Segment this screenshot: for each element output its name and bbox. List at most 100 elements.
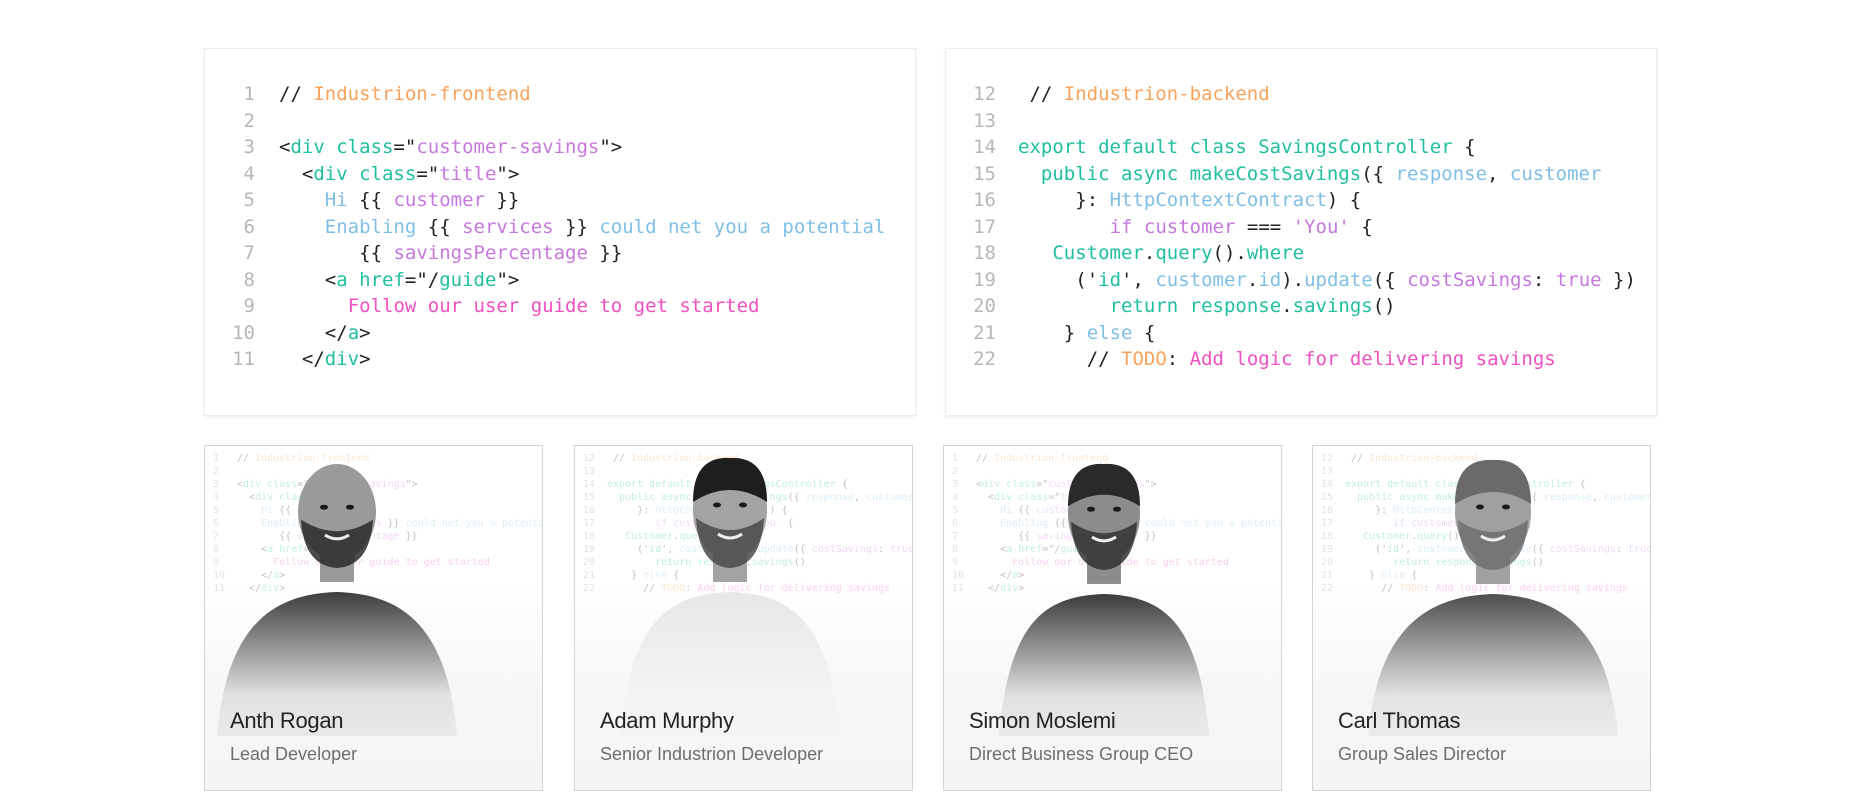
code-line: 8 <a href="/guide"> (205, 267, 915, 293)
code-token: update (1304, 268, 1373, 291)
code-token: could net you a potential (599, 215, 886, 238)
code-line: 21} else { (946, 320, 1656, 346)
code-token: customer (1155, 268, 1247, 291)
code-token: : (1166, 348, 1190, 370)
frontend-code-card: 1// Industrion-frontend 2 3 <div class="cus… (204, 48, 916, 416)
line-number: 7 (243, 242, 255, 264)
team-member-name: Carl Thomas (1338, 708, 1461, 733)
code-token: ) { (1326, 189, 1362, 211)
code-token: costSavings (1407, 268, 1533, 291)
code-token: Hi (324, 189, 360, 211)
code-token: </ (324, 321, 348, 344)
code-token: return (1109, 295, 1190, 317)
code-token: , (1487, 162, 1510, 185)
code-text: export default class SavingsController { (1018, 134, 1476, 160)
code-token: customer (393, 189, 485, 211)
code-token: customer (416, 136, 508, 158)
code-text: </div> (302, 346, 371, 372)
code-token: class (324, 136, 394, 158)
code-token: export default class SavingsController (1018, 136, 1465, 158)
line-number: 4 (243, 162, 255, 185)
line-number: 3 (243, 136, 255, 158)
code-text: <a href="/guide"> (325, 267, 520, 293)
code-token: - (507, 136, 520, 158)
code-token: Enabling (324, 215, 428, 238)
backend-code-card: 12 // Industrion-backend 13 14 export defaul… (945, 48, 1657, 416)
code-token: < (301, 162, 314, 185)
eye-right-shape (1113, 506, 1121, 512)
team-card-carl-thomas: 12 // Industrion-backend 13 14 export defau… (1312, 445, 1651, 791)
code-token: response (1395, 162, 1488, 185)
code-line: 7 {{ savingsPercentage }} (205, 240, 915, 266)
code-token: savings (1292, 295, 1373, 317)
code-token: href (347, 268, 405, 291)
code-token: === (1246, 215, 1293, 238)
code-line: 19 ('id', customer.id).update({ costSavin… (946, 267, 1656, 293)
team-member-name: Anth Rogan (230, 708, 344, 733)
code-token: {{ (359, 242, 394, 264)
code-token: . (1246, 268, 1259, 291)
eye-left-shape (713, 502, 721, 508)
code-token: a (336, 268, 348, 291)
code-text: {{ savingsPercentage }} (359, 240, 622, 266)
code-text: <div class="customer-savings"> (279, 134, 622, 160)
code-text: return response.savings() (1110, 293, 1396, 319)
code-token: a (347, 321, 360, 344)
team-member-role: Lead Developer (230, 744, 358, 764)
team-card-simon-moslemi: 1// Industrion-frontend23<div class="cus… (943, 445, 1282, 791)
line-number: 16 (973, 189, 996, 211)
code-token: // (1086, 348, 1122, 370)
eye-left-shape (1087, 506, 1095, 512)
code-text: public async makeCostSavings({ response,… (1041, 161, 1602, 187)
code-text: </a> (325, 320, 371, 346)
code-token: Follow our user guide to get started (347, 295, 760, 317)
code-token: savingsPercentage (393, 242, 588, 264)
code-token: =" (393, 136, 417, 158)
line-number: 17 (973, 215, 996, 238)
code-token: ({ (1361, 162, 1396, 185)
code-token: Customer (1052, 242, 1144, 264)
line-number: 18 (973, 242, 996, 264)
code-token: guide (439, 268, 497, 291)
team-member-name: Simon Moslemi (969, 708, 1116, 733)
code-line: 5 Hi {{ customer }} (205, 187, 915, 213)
code-line: 17 if customer === 'You' { (946, 214, 1656, 240)
code-token: () (1372, 295, 1396, 317)
line-number: 13 (973, 109, 996, 132)
team-member-name: Adam Murphy (600, 708, 734, 733)
code-token: < (279, 136, 291, 158)
code-token: ). (1281, 268, 1305, 291)
code-token: ({ (1372, 268, 1408, 291)
eye-left-shape (1476, 504, 1484, 510)
line-number: 9 (243, 295, 255, 317)
code-line: 1 // Industrion-frontend (205, 81, 915, 107)
code-token: query (1155, 242, 1213, 264)
code-token: id (1098, 268, 1122, 291)
eye-left-shape (320, 504, 328, 510)
line-number: 14 (973, 136, 996, 158)
code-token: // (279, 83, 314, 105)
code-token: class (347, 162, 417, 185)
code-token: "> (496, 268, 520, 291)
line-number: 8 (243, 268, 255, 291)
code-token: "> (599, 136, 623, 158)
code-token: } (1063, 321, 1087, 344)
code-token: =" (416, 162, 440, 185)
code-token: </ (301, 348, 325, 370)
code-token: { (1464, 136, 1476, 158)
code-token: HttpContextContract (1109, 189, 1327, 211)
code-token: customer (1509, 162, 1602, 185)
code-token: }: (1075, 189, 1110, 211)
eye-right-shape (739, 502, 747, 508)
code-line: 6 Enabling {{ services }} could net you a… (205, 214, 915, 240)
code-text: // TODO: Add logic for delivering saving… (1087, 346, 1556, 372)
code-token: Industrion-backend (1063, 83, 1270, 105)
code-line: 14 export default class SavingsController… (946, 134, 1656, 160)
line-number: 6 (243, 215, 255, 238)
code-token: true (1555, 268, 1602, 291)
line-number: 21 (973, 321, 996, 344)
code-token: response (1189, 295, 1282, 317)
line-number: 22 (973, 348, 996, 370)
code-text: Enabling {{ services }} could net you a … (325, 214, 886, 240)
code-line: 4 <div class="title"> (205, 161, 915, 187)
